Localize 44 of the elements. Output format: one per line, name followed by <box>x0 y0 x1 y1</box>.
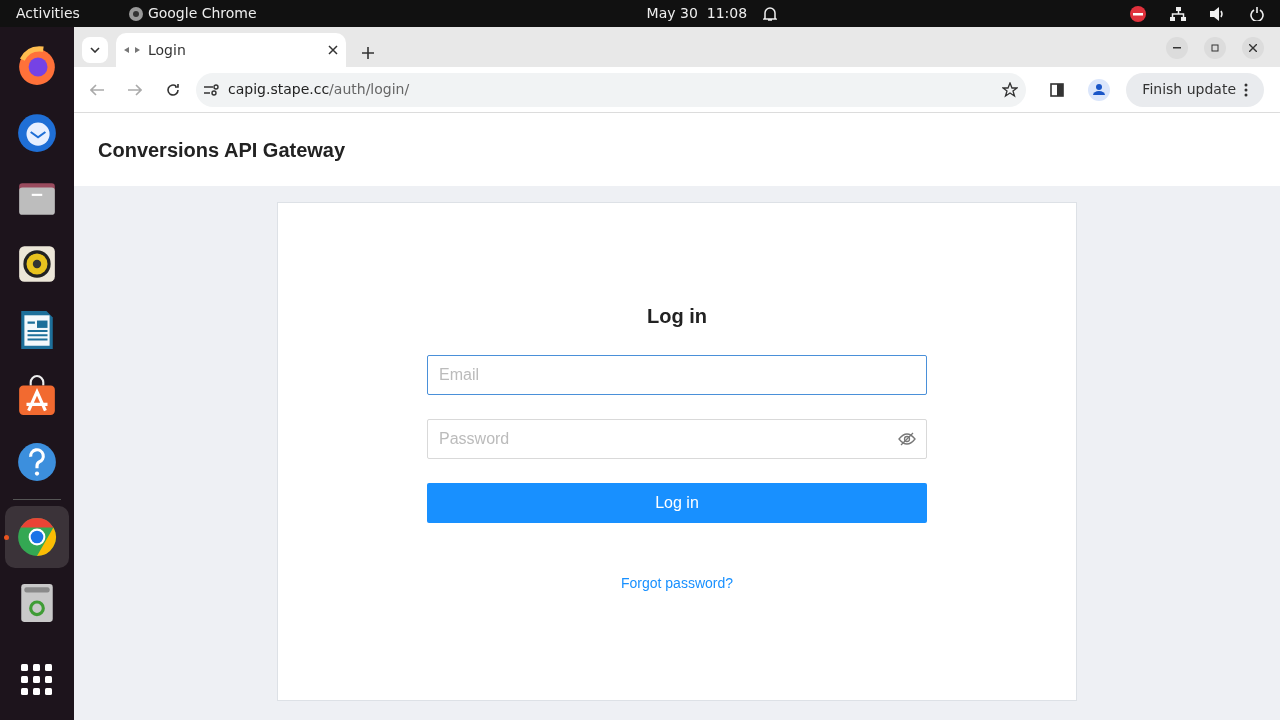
do-not-disturb-icon[interactable] <box>1130 5 1146 22</box>
close-window-button[interactable] <box>1242 37 1264 59</box>
activities-button[interactable]: Activities <box>16 3 80 24</box>
address-bar[interactable]: capig.stape.cc/auth/login/ <box>196 72 1027 107</box>
speaker-icon <box>16 243 58 285</box>
volume-icon[interactable] <box>1210 6 1226 21</box>
profile-icon[interactable] <box>1088 78 1111 101</box>
network-icon[interactable] <box>1170 6 1186 21</box>
restore-icon <box>1211 44 1219 52</box>
more-icon <box>1244 82 1248 97</box>
bell-icon[interactable] <box>763 5 778 22</box>
power-icon[interactable] <box>1250 6 1264 21</box>
restore-button[interactable] <box>1204 37 1226 59</box>
finish-update-button[interactable]: Finish update <box>1126 72 1264 107</box>
help-icon <box>16 441 58 483</box>
login-heading: Log in <box>647 304 707 329</box>
minimize-icon <box>1173 47 1181 49</box>
app-grid-icon[interactable] <box>21 664 53 696</box>
side-panel-icon[interactable] <box>1050 82 1065 97</box>
app-name: Google Chrome <box>147 4 257 23</box>
chevron-down-icon <box>90 47 100 53</box>
dock-item[interactable] <box>5 506 69 568</box>
clock[interactable]: May 30 11:08 <box>646 3 748 24</box>
tab-search-button[interactable] <box>82 37 108 63</box>
close-icon <box>1249 44 1257 52</box>
shopping-bag-icon <box>16 375 58 417</box>
chrome-icon <box>16 516 58 558</box>
new-tab-icon[interactable] <box>362 47 374 59</box>
mail-icon <box>16 111 58 153</box>
browser-tab[interactable]: Login <box>116 33 346 67</box>
password-field[interactable]: Password <box>427 419 927 459</box>
site-settings-icon[interactable] <box>204 83 220 96</box>
chrome-icon <box>127 5 144 22</box>
close-icon[interactable] <box>328 45 338 55</box>
email-field[interactable]: Email <box>427 355 927 395</box>
arrows-icon <box>124 46 140 54</box>
star-icon[interactable] <box>1002 81 1019 98</box>
firefox-icon <box>16 45 58 87</box>
site-title: Conversions API Gateway <box>98 137 346 163</box>
minimize-button[interactable] <box>1166 37 1188 59</box>
url-text: capig.stape.cc/auth/login/ <box>228 80 411 99</box>
eye-slash-icon[interactable] <box>898 432 916 446</box>
running-indicator <box>4 535 9 540</box>
reload-icon[interactable] <box>166 82 180 97</box>
